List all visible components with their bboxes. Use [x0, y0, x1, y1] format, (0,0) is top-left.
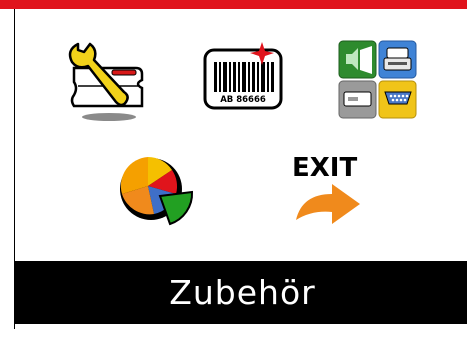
interfaces-icon	[338, 40, 417, 119]
exit-arrow-icon: EXIT	[292, 153, 360, 224]
menu-screen: AB 86666 EXIT Zubehör	[0, 0, 467, 338]
status-bar: Zubehör	[14, 261, 467, 324]
menu-title: Zubehör	[169, 273, 316, 312]
pie-chart-icon	[120, 157, 194, 226]
exit-menu-button[interactable]: EXIT	[288, 152, 366, 226]
service-menu-button[interactable]	[64, 40, 148, 124]
wrench-printer-icon	[68, 42, 144, 121]
interfaces-menu-button[interactable]	[338, 40, 418, 120]
statistics-menu-button[interactable]	[118, 152, 196, 230]
barcode-text: AB 86666	[220, 95, 266, 105]
barcode-label-icon: AB 86666	[203, 42, 283, 110]
barcode-menu-button[interactable]: AB 86666	[202, 40, 284, 114]
top-accent-bar	[0, 0, 467, 9]
exit-label: EXIT	[292, 153, 357, 183]
